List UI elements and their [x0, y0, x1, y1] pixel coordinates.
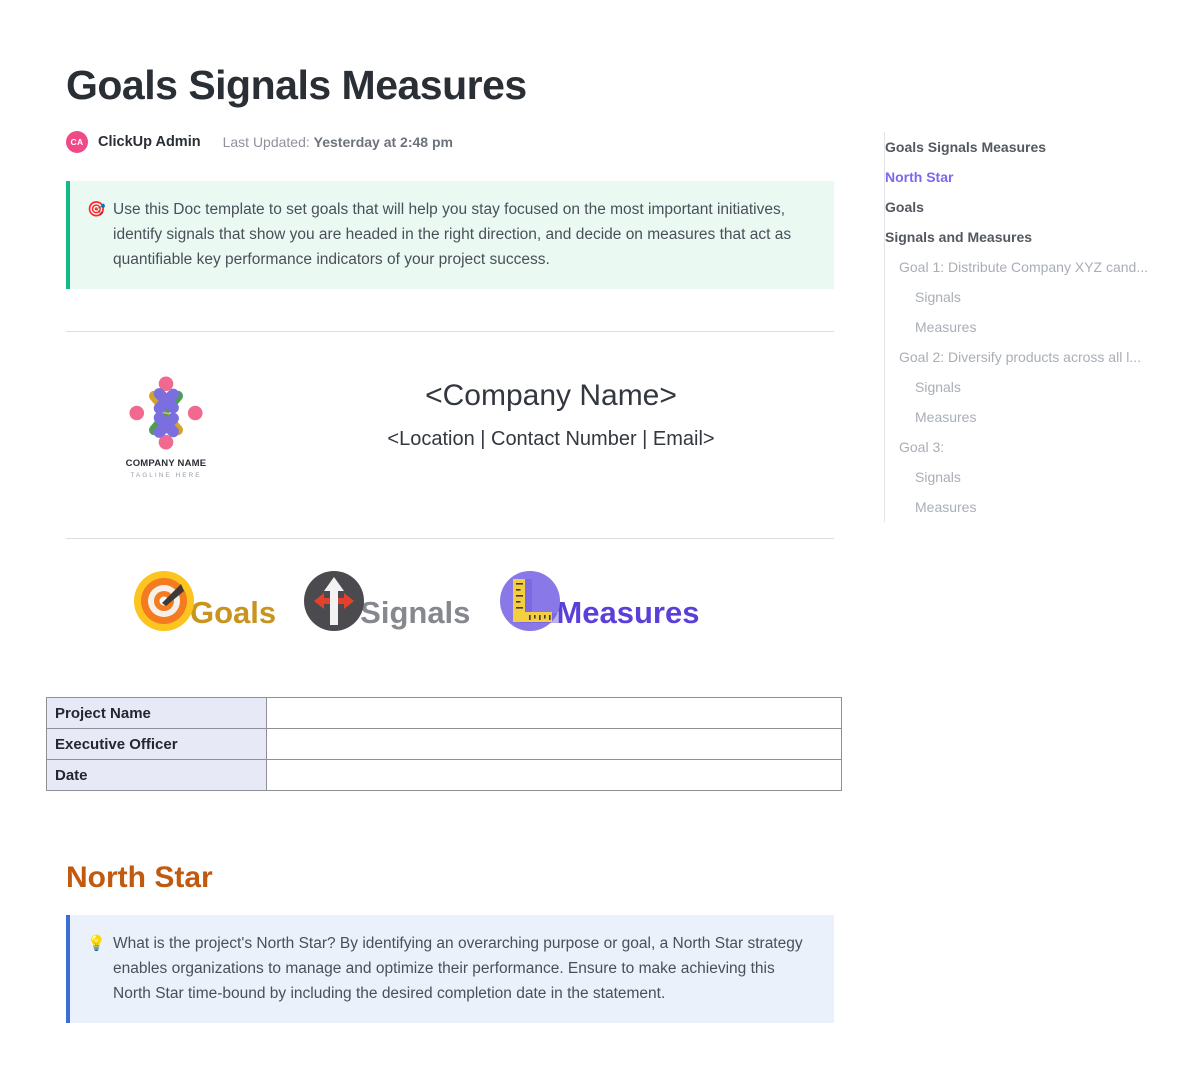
document-body: Goals Signals Measures CA ClickUp Admin …	[46, 0, 856, 1024]
company-contact: <Location | Contact Number | Email>	[387, 428, 715, 451]
divider	[66, 331, 834, 333]
gsm-item-measures: Measures	[498, 569, 699, 633]
gsm-item-signals: Signals	[302, 569, 470, 633]
signpost-icon	[302, 569, 366, 633]
project-info-table: Project Name Executive Officer Date	[46, 697, 842, 792]
outline-item-goal-1-measures[interactable]: Measures	[885, 312, 1184, 342]
outline-item-goal-3[interactable]: Goal 3:	[885, 432, 1184, 462]
company-logo: COMPANY NAME TAGLINE HERE	[66, 364, 266, 479]
table-value-project-name[interactable]	[266, 697, 842, 730]
table-value-executive-officer[interactable]	[266, 728, 842, 761]
table-row: Project Name	[46, 697, 842, 730]
intro-callout: 🎯 Use this Doc template to set goals tha…	[66, 181, 834, 290]
outline-item-goal-2[interactable]: Goal 2: Diversify products across all l.…	[885, 342, 1184, 372]
company-header: COMPANY NAME TAGLINE HERE <Company Name>…	[66, 364, 856, 496]
byline-updated: Last Updated: Yesterday at 2:48 pm	[223, 134, 453, 150]
lightbulb-icon: 💡	[87, 935, 106, 953]
table-label-executive-officer: Executive Officer	[46, 728, 267, 761]
byline-updated-prefix: Last Updated:	[222, 134, 310, 151]
outline-panel: Goals Signals Measures North Star Goals …	[884, 132, 1184, 522]
company-name: <Company Name>	[425, 379, 677, 413]
company-text-block: <Company Name> <Location | Contact Numbe…	[266, 364, 856, 451]
section-heading-north-star: North Star	[66, 861, 213, 895]
divider	[66, 538, 834, 540]
north-star-callout-text: What is the project's North Star? By ide…	[113, 935, 803, 1003]
outline-item-goals-signals-measures[interactable]: Goals Signals Measures	[885, 132, 1184, 162]
gsm-banner: Goals Signals Measures	[66, 559, 856, 643]
logo-company-name: COMPANY NAME	[125, 458, 207, 470]
outline-item-goal-2-signals[interactable]: Signals	[885, 372, 1184, 402]
gsm-label-measures: Measures	[556, 595, 700, 631]
page-title: Goals Signals Measures	[66, 62, 527, 108]
byline: CA ClickUp Admin Last Updated: Yesterday…	[66, 130, 856, 154]
outline-item-signals-and-measures[interactable]: Signals and Measures	[885, 222, 1184, 252]
dart-target-icon: 🎯	[87, 201, 106, 219]
table-label-date: Date	[46, 759, 267, 792]
outline-item-goal-3-signals[interactable]: Signals	[885, 462, 1184, 492]
outline-item-goals[interactable]: Goals	[885, 192, 1184, 222]
outline-item-goal-1[interactable]: Goal 1: Distribute Company XYZ cand...	[885, 252, 1184, 282]
outline-item-goal-1-signals[interactable]: Signals	[885, 282, 1184, 312]
logo-tagline: TAGLINE HERE	[130, 472, 202, 480]
byline-updated-value: Yesterday at 2:48 pm	[313, 134, 453, 151]
table-row: Date	[46, 759, 842, 792]
intro-callout-text: Use this Doc template to set goals that …	[113, 201, 792, 269]
outline-item-goal-3-measures[interactable]: Measures	[885, 492, 1184, 522]
table-label-project-name: Project Name	[46, 697, 267, 730]
pinwheel-logo-icon	[123, 370, 209, 456]
gsm-item-goals: Goals	[132, 569, 276, 633]
gsm-label-signals: Signals	[360, 595, 471, 631]
target-icon	[132, 569, 196, 633]
table-value-date[interactable]	[266, 759, 842, 792]
north-star-callout: 💡 What is the project's North Star? By i…	[66, 915, 834, 1024]
byline-author: ClickUp Admin	[98, 134, 201, 151]
outline-item-goal-2-measures[interactable]: Measures	[885, 402, 1184, 432]
avatar[interactable]: CA	[66, 131, 88, 154]
outline-item-north-star[interactable]: North Star	[885, 162, 1184, 192]
gsm-label-goals: Goals	[190, 595, 277, 631]
table-row: Executive Officer	[46, 728, 842, 761]
ruler-icon	[498, 569, 562, 633]
